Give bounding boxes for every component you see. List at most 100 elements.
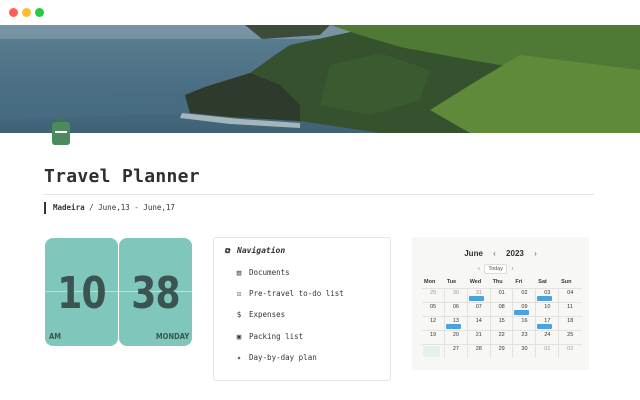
- calendar-year: 2023: [506, 249, 524, 258]
- prev-month-button[interactable]: ‹: [493, 249, 496, 258]
- nav-item-label: Day-by-day plan: [249, 353, 317, 362]
- calendar-day[interactable]: 13: [445, 317, 468, 330]
- destination-dates: Madeira / June,13 - June,17: [44, 202, 175, 214]
- nav-item-day-by-day-plan[interactable]: ✦ Day-by-day plan: [234, 353, 317, 362]
- calendar-day[interactable]: 22: [491, 331, 514, 344]
- map-icon: ⧉: [224, 246, 230, 255]
- calendar-day[interactable]: 11: [559, 303, 582, 316]
- zoom-window-button[interactable]: [35, 8, 44, 17]
- weekday-label: Sun: [561, 279, 572, 285]
- calendar-day[interactable]: 10: [536, 303, 560, 316]
- clock-day: MONDAY: [155, 332, 189, 341]
- clock-hours: 10: [57, 268, 106, 319]
- calendar-day[interactable]: 01: [536, 345, 560, 358]
- cover-image[interactable]: [0, 25, 640, 133]
- title-divider: [44, 194, 594, 195]
- calendar-event[interactable]: [537, 324, 553, 329]
- calendar-day[interactable]: 20: [445, 331, 468, 344]
- sparkle-icon: ✦: [236, 353, 242, 362]
- calendar-day[interactable]: 29: [491, 345, 514, 358]
- navigation-heading-label: Navigation: [237, 246, 286, 255]
- nav-item-packing-list[interactable]: ▣ Packing list: [234, 332, 303, 341]
- calendar-day[interactable]: 17: [536, 317, 560, 330]
- calendar-day[interactable]: 19: [422, 331, 445, 344]
- close-window-button[interactable]: [9, 8, 18, 17]
- calendar-week: 05 06 07 08 09 10 11: [422, 302, 582, 316]
- day-number: 26: [430, 346, 437, 352]
- dates-label: / June,13 - June,17: [84, 203, 175, 212]
- calendar-today-controls: ‹ Today ›: [478, 264, 526, 274]
- backpack-icon[interactable]: [50, 117, 72, 147]
- calendar-day[interactable]: 28: [468, 345, 491, 358]
- weekday-label: Tue: [446, 279, 457, 285]
- calendar-day[interactable]: 07: [468, 303, 491, 316]
- calendar-day[interactable]: 04: [559, 289, 582, 302]
- calendar-month: June: [464, 249, 483, 258]
- nav-item-label: Expenses: [249, 310, 286, 319]
- calendar-header: June ‹ 2023 ›: [412, 249, 589, 258]
- calendar-widget: June ‹ 2023 › ‹ Today › Mon Tue Wed Thu …: [412, 237, 589, 370]
- destination-label: Madeira: [53, 203, 85, 212]
- calendar-day[interactable]: 09: [513, 303, 537, 316]
- calendar-event[interactable]: [468, 296, 484, 301]
- window-titlebar: [0, 0, 640, 25]
- clock-hours-card: 10 AM: [45, 238, 118, 346]
- calendar-day[interactable]: 02: [513, 289, 537, 302]
- weekday-label: Mon: [424, 279, 436, 285]
- calendar-day[interactable]: 16: [513, 317, 537, 330]
- calendar-day[interactable]: 29: [422, 289, 445, 302]
- calendar-day[interactable]: 18: [559, 317, 582, 330]
- calendar-day[interactable]: 12: [422, 317, 445, 330]
- calendar-event[interactable]: [514, 310, 530, 315]
- weekday-label: Wed: [469, 279, 482, 285]
- calendar-week: 12 13 14 15 16 17 18: [422, 316, 582, 330]
- calendar-day[interactable]: 15: [491, 317, 514, 330]
- calendar-day[interactable]: 06: [445, 303, 468, 316]
- calendar-week: 26 27 28 29 30 01 02: [422, 344, 582, 358]
- calendar-event[interactable]: [445, 324, 461, 329]
- weekday-header-row: Mon Tue Wed Thu Fri Sat Sun: [422, 279, 582, 288]
- money-bag-icon: $: [236, 310, 242, 319]
- calendar-day[interactable]: 03: [536, 289, 560, 302]
- next-month-button[interactable]: ›: [534, 249, 537, 258]
- nav-item-pre-travel-todo[interactable]: ☑ Pre-travel to-do list: [234, 289, 344, 298]
- page-title: Travel Planner: [44, 166, 200, 187]
- calendar-grid: Mon Tue Wed Thu Fri Sat Sun 29 30 31 01 …: [422, 279, 582, 358]
- calendar-day[interactable]: 01: [491, 289, 514, 302]
- calendar-day[interactable]: 08: [491, 303, 514, 316]
- nav-item-label: Pre-travel to-do list: [249, 289, 344, 298]
- document-icon: ▤: [236, 268, 242, 277]
- calendar-day[interactable]: 14: [468, 317, 491, 330]
- weekday-label: Fri: [515, 279, 523, 285]
- clock-minutes: 38: [131, 268, 180, 319]
- calendar-day[interactable]: 23: [513, 331, 537, 344]
- calendar-day[interactable]: 31: [468, 289, 491, 302]
- navigation-heading: ⧉ Navigation: [222, 246, 285, 256]
- calendar-day-today[interactable]: 26: [422, 345, 445, 358]
- nav-item-label: Documents: [249, 268, 290, 277]
- nav-item-expenses[interactable]: $ Expenses: [234, 310, 285, 319]
- checklist-icon: ☑: [236, 289, 242, 298]
- nav-item-label: Packing list: [249, 332, 304, 341]
- next-button[interactable]: ›: [512, 266, 514, 272]
- luggage-icon: ▣: [236, 332, 242, 341]
- calendar-day[interactable]: 30: [445, 289, 468, 302]
- minimize-window-button[interactable]: [22, 8, 31, 17]
- calendar-day[interactable]: 25: [559, 331, 582, 344]
- calendar-day[interactable]: 30: [513, 345, 537, 358]
- prev-button[interactable]: ‹: [478, 266, 480, 272]
- nav-item-documents[interactable]: ▤ Documents: [234, 268, 290, 277]
- calendar-day[interactable]: 27: [445, 345, 468, 358]
- calendar-day[interactable]: 21: [468, 331, 491, 344]
- calendar-day[interactable]: 24: [536, 331, 560, 344]
- weekday-label: Thu: [492, 279, 503, 285]
- navigation-card: ⧉ Navigation ▤ Documents ☑ Pre-travel to-do…: [213, 237, 391, 381]
- calendar-day[interactable]: 02: [559, 345, 582, 358]
- calendar-day[interactable]: 05: [422, 303, 445, 316]
- today-button[interactable]: Today: [484, 264, 508, 274]
- weekday-label: Sat: [538, 279, 547, 285]
- clock-minutes-card: 38 MONDAY: [119, 238, 192, 346]
- clock-period: AM: [49, 332, 62, 341]
- calendar-event[interactable]: [537, 296, 553, 301]
- calendar-week: 29 30 31 01 02 03 04: [422, 288, 582, 302]
